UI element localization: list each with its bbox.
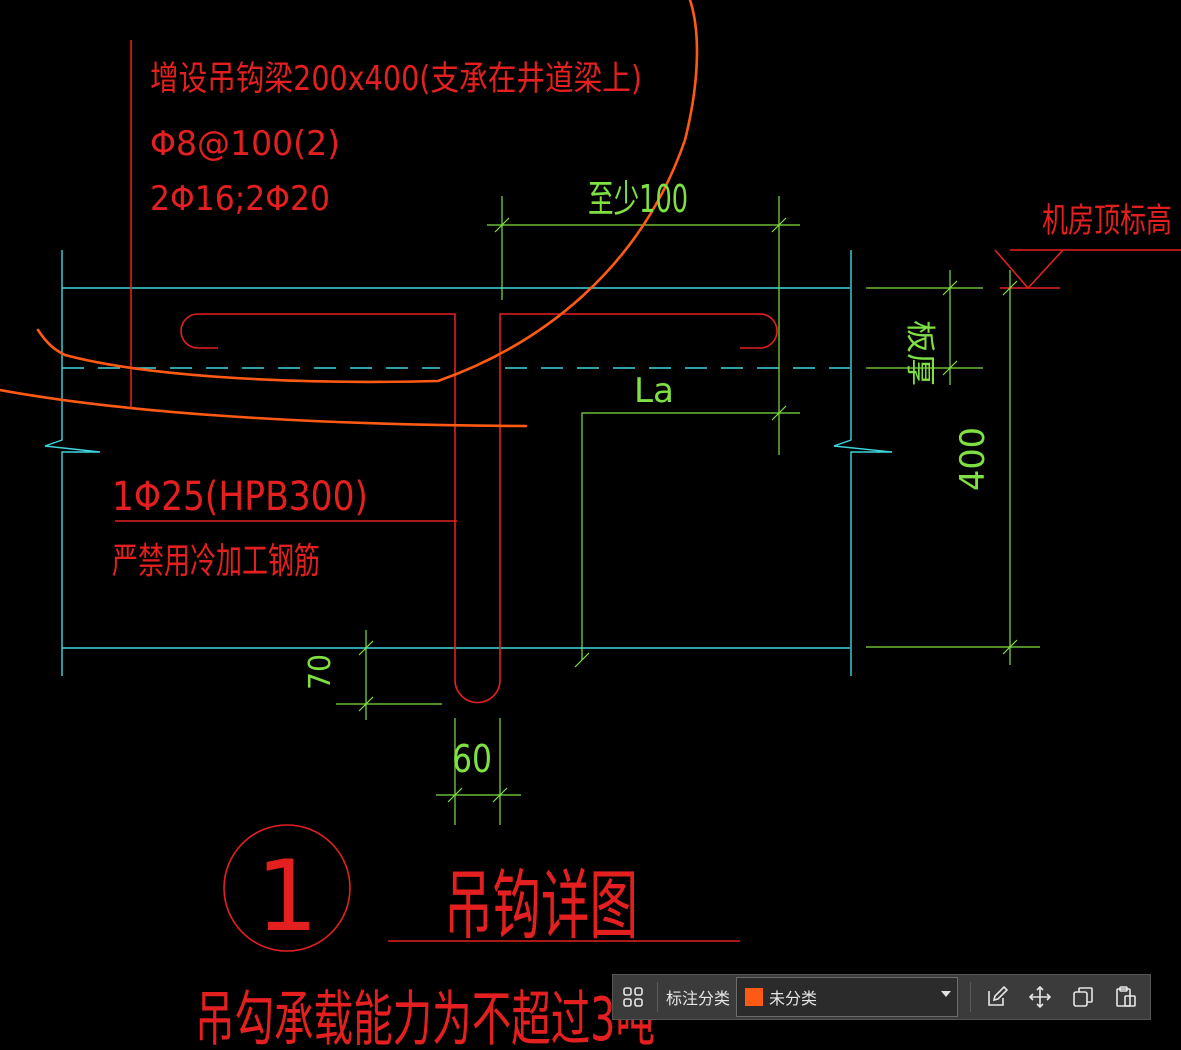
edit-icon[interactable]: [975, 975, 1018, 1019]
detail-number: 1: [256, 840, 318, 954]
annotation-category-label: 标注分类: [666, 989, 731, 1008]
dim-400: 400: [953, 427, 993, 491]
capacity-note: 吊勾承载能力为不超过3吨: [195, 985, 655, 1050]
la-label: La: [634, 371, 674, 411]
category-select[interactable]: 未分类: [736, 977, 959, 1017]
dim-min-100: 至少100: [588, 177, 688, 221]
move-icon[interactable]: [1018, 975, 1061, 1019]
slab-thickness-label: 板厚: [902, 320, 937, 386]
toolbar-divider: [657, 982, 658, 1012]
machine-room-top-label: 机房顶标高: [1042, 201, 1172, 241]
dim-70: 70: [303, 654, 338, 690]
dim-60: 60: [452, 737, 492, 781]
category-select-value: 未分类: [769, 989, 818, 1008]
toolbar-divider: [970, 982, 972, 1012]
beam-note-3: 2Φ16;2Φ20: [150, 179, 330, 219]
detail-title: 吊钩详图: [444, 861, 638, 950]
grid-icon[interactable]: [613, 975, 653, 1019]
beam-note-2: Φ8@100(2): [150, 124, 340, 164]
annotation-toolbar: 标注分类 未分类: [612, 974, 1151, 1020]
chevron-down-icon: [941, 991, 952, 997]
no-cold-rebar-label: 严禁用冷加工钢筋: [112, 541, 320, 582]
copy-icon[interactable]: [1061, 975, 1104, 1019]
dimension-lines: [336, 196, 1040, 825]
cad-drawing-canvas[interactable]: 增设吊钩梁200x400(支承在井道梁上) Φ8@100(2) 2Φ16;2Φ2…: [0, 0, 1181, 1050]
bar-spec-label: 1Φ25(HPB300): [112, 474, 368, 520]
category-color-swatch: [745, 988, 764, 1006]
beam-note-1: 增设吊钩梁200x400(支承在井道梁上): [150, 59, 642, 99]
paste-icon[interactable]: [1104, 975, 1147, 1019]
